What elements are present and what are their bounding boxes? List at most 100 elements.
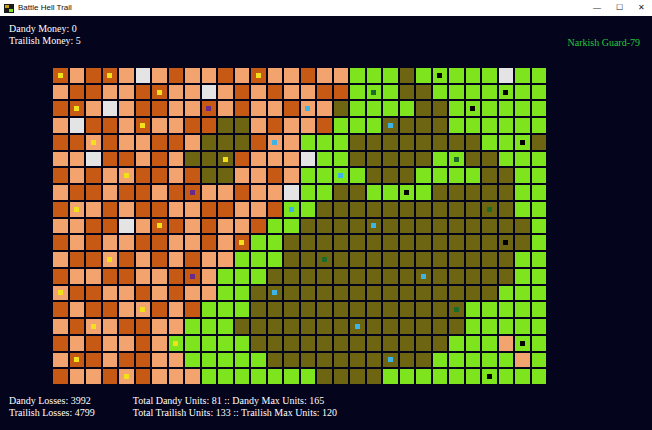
grid-cell[interactable]: [366, 167, 383, 184]
grid-cell[interactable]: [481, 285, 498, 302]
grid-cell[interactable]: [168, 368, 185, 385]
grid-cell[interactable]: [201, 151, 218, 168]
grid-cell[interactable]: [432, 301, 449, 318]
grid-cell[interactable]: [514, 285, 531, 302]
grid-cell[interactable]: [168, 100, 185, 117]
grid-cell[interactable]: [498, 251, 515, 268]
unit-marker[interactable]: [322, 257, 327, 262]
grid-cell[interactable]: [102, 167, 119, 184]
grid-cell[interactable]: [366, 184, 383, 201]
grid-cell[interactable]: [382, 285, 399, 302]
grid-cell[interactable]: [85, 201, 102, 218]
grid-cell[interactable]: [316, 368, 333, 385]
grid-cell[interactable]: [283, 234, 300, 251]
grid-cell[interactable]: [52, 167, 69, 184]
grid-cell[interactable]: [267, 335, 284, 352]
grid-cell[interactable]: [85, 285, 102, 302]
grid-cell[interactable]: [316, 151, 333, 168]
grid-cell[interactable]: [481, 134, 498, 151]
grid-cell[interactable]: [382, 67, 399, 84]
grid-cell[interactable]: [481, 268, 498, 285]
grid-cell[interactable]: [102, 285, 119, 302]
grid-cell[interactable]: [118, 301, 135, 318]
grid-cell[interactable]: [448, 368, 465, 385]
grid-cell[interactable]: [52, 67, 69, 84]
grid-cell[interactable]: [481, 318, 498, 335]
grid-cell[interactable]: [250, 134, 267, 151]
grid-cell[interactable]: [283, 117, 300, 134]
grid-cell[interactable]: [333, 167, 350, 184]
grid-cell[interactable]: [349, 84, 366, 101]
unit-marker[interactable]: [173, 341, 178, 346]
grid-cell[interactable]: [283, 151, 300, 168]
grid-cell[interactable]: [69, 67, 86, 84]
grid-cell[interactable]: [217, 218, 234, 235]
grid-cell[interactable]: [399, 201, 416, 218]
grid-cell[interactable]: [448, 84, 465, 101]
grid-cell[interactable]: [184, 335, 201, 352]
grid-cell[interactable]: [316, 117, 333, 134]
grid-cell[interactable]: [432, 100, 449, 117]
grid-cell[interactable]: [514, 151, 531, 168]
grid-cell[interactable]: [283, 134, 300, 151]
grid-cell[interactable]: [118, 318, 135, 335]
grid-cell[interactable]: [415, 285, 432, 302]
unit-marker[interactable]: [272, 140, 277, 145]
grid-cell[interactable]: [498, 268, 515, 285]
grid-cell[interactable]: [52, 285, 69, 302]
grid-cell[interactable]: [415, 100, 432, 117]
grid-cell[interactable]: [300, 201, 317, 218]
grid-cell[interactable]: [448, 117, 465, 134]
grid-cell[interactable]: [250, 100, 267, 117]
grid-cell[interactable]: [531, 84, 548, 101]
grid-cell[interactable]: [118, 167, 135, 184]
grid-cell[interactable]: [201, 285, 218, 302]
grid-cell[interactable]: [448, 201, 465, 218]
grid-cell[interactable]: [316, 335, 333, 352]
grid-cell[interactable]: [333, 201, 350, 218]
grid-cell[interactable]: [217, 201, 234, 218]
grid-cell[interactable]: [267, 201, 284, 218]
grid-cell[interactable]: [102, 117, 119, 134]
grid-cell[interactable]: [366, 335, 383, 352]
grid-cell[interactable]: [382, 251, 399, 268]
grid-cell[interactable]: [184, 117, 201, 134]
grid-cell[interactable]: [217, 301, 234, 318]
grid-cell[interactable]: [432, 218, 449, 235]
unit-marker[interactable]: [239, 240, 244, 245]
grid-cell[interactable]: [135, 201, 152, 218]
grid-cell[interactable]: [69, 335, 86, 352]
grid-cell[interactable]: [85, 234, 102, 251]
grid-cell[interactable]: [366, 218, 383, 235]
grid-cell[interactable]: [52, 301, 69, 318]
grid-cell[interactable]: [531, 134, 548, 151]
grid-cell[interactable]: [118, 234, 135, 251]
grid-cell[interactable]: [498, 84, 515, 101]
grid-cell[interactable]: [118, 285, 135, 302]
grid-cell[interactable]: [102, 318, 119, 335]
grid-cell[interactable]: [333, 67, 350, 84]
grid-cell[interactable]: [498, 368, 515, 385]
grid-cell[interactable]: [514, 318, 531, 335]
grid-cell[interactable]: [267, 167, 284, 184]
grid-cell[interactable]: [333, 100, 350, 117]
grid-cell[interactable]: [201, 167, 218, 184]
grid-cell[interactable]: [531, 67, 548, 84]
grid-cell[interactable]: [300, 251, 317, 268]
grid-cell[interactable]: [514, 251, 531, 268]
grid-cell[interactable]: [168, 251, 185, 268]
grid-cell[interactable]: [168, 84, 185, 101]
grid-cell[interactable]: [85, 134, 102, 151]
grid-cell[interactable]: [316, 268, 333, 285]
grid-cell[interactable]: [267, 251, 284, 268]
grid-cell[interactable]: [465, 368, 482, 385]
grid-cell[interactable]: [481, 100, 498, 117]
grid-cell[interactable]: [135, 67, 152, 84]
grid-cell[interactable]: [349, 184, 366, 201]
grid-cell[interactable]: [201, 268, 218, 285]
grid-cell[interactable]: [531, 335, 548, 352]
grid-cell[interactable]: [448, 318, 465, 335]
grid-cell[interactable]: [300, 268, 317, 285]
grid-cell[interactable]: [382, 368, 399, 385]
grid-cell[interactable]: [382, 318, 399, 335]
